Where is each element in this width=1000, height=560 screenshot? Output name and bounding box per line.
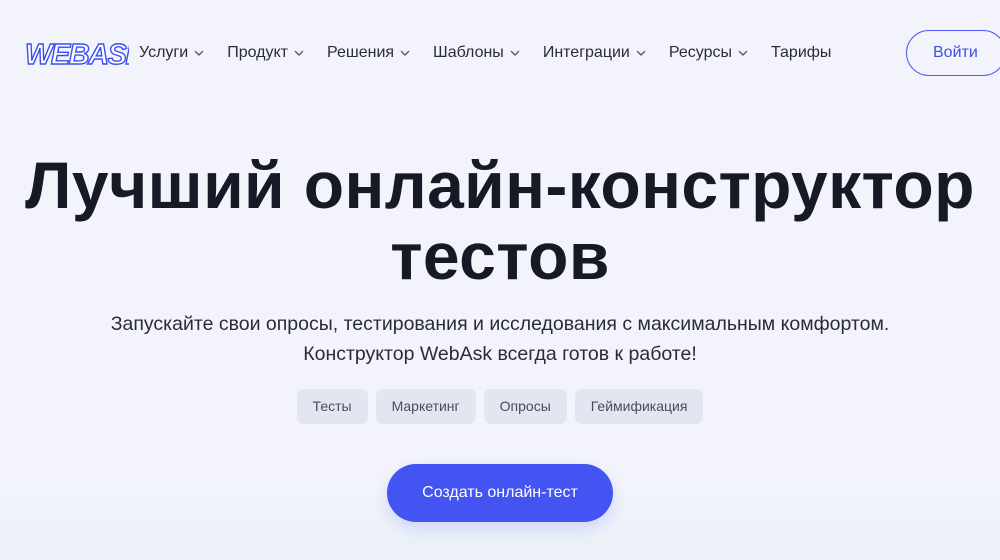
hero-subtitle-line: Запускайте свои опросы, тестирования и и… <box>110 313 890 335</box>
tag-surveys[interactable]: Опросы <box>483 389 567 424</box>
hero-subtitle-line: Конструктор WebAsk всегда готов к работе… <box>303 343 697 365</box>
chevron-down-icon <box>400 50 410 56</box>
hero-title: Лучший онлайн-конструктор тестов <box>0 150 1000 292</box>
nav-item-integrations[interactable]: Интеграции <box>543 44 646 62</box>
chevron-down-icon <box>738 50 748 56</box>
chevron-down-icon <box>195 50 204 56</box>
nav-item-pricing[interactable]: Тарифы <box>771 44 831 62</box>
main-nav: Услуги Продукт Решения Шаблоны Интеграци… <box>139 42 831 64</box>
nav-item-label: Услуги <box>139 44 189 61</box>
nav-item-resources[interactable]: Ресурсы <box>669 44 748 62</box>
category-tags: Тесты Маркетинг Опросы Геймификация <box>0 389 1000 424</box>
page: WEBASK Услуги Продукт Решения <box>0 0 1000 560</box>
nav-item-label: Шаблоны <box>433 44 504 61</box>
webask-logo[interactable]: WEBASK <box>25 38 129 68</box>
site-header: WEBASK Услуги Продукт Решения <box>0 0 1000 106</box>
chevron-down-icon <box>636 50 646 56</box>
nav-item-label: Решения <box>327 44 395 61</box>
chevron-down-icon <box>510 50 520 56</box>
nav-item-solutions[interactable]: Решения <box>327 44 410 62</box>
create-test-button[interactable]: Создать онлайн-тест <box>387 464 613 522</box>
hero-title-line: тестов <box>390 219 610 293</box>
login-button[interactable]: Войти <box>906 30 1000 76</box>
nav-item-label: Интеграции <box>542 44 630 61</box>
nav-item-label: Тарифы <box>770 44 832 61</box>
logo-text: WEBASK <box>25 39 129 68</box>
nav-item-services[interactable]: Услуги <box>139 44 204 62</box>
nav-item-label: Ресурсы <box>668 44 732 61</box>
tag-marketing[interactable]: Маркетинг <box>375 389 476 424</box>
tag-tests[interactable]: Тесты <box>296 389 368 424</box>
nav-item-templates[interactable]: Шаблоны <box>433 44 520 62</box>
hero-title-line: Лучший онлайн-конструктор <box>25 148 975 222</box>
nav-item-product[interactable]: Продукт <box>227 44 304 62</box>
nav-item-label: Продукт <box>227 44 288 61</box>
hero-subtitle: Запускайте свои опросы, тестирования и и… <box>0 309 1000 369</box>
chevron-down-icon <box>294 50 304 56</box>
tag-gamification[interactable]: Геймификация <box>574 389 704 424</box>
